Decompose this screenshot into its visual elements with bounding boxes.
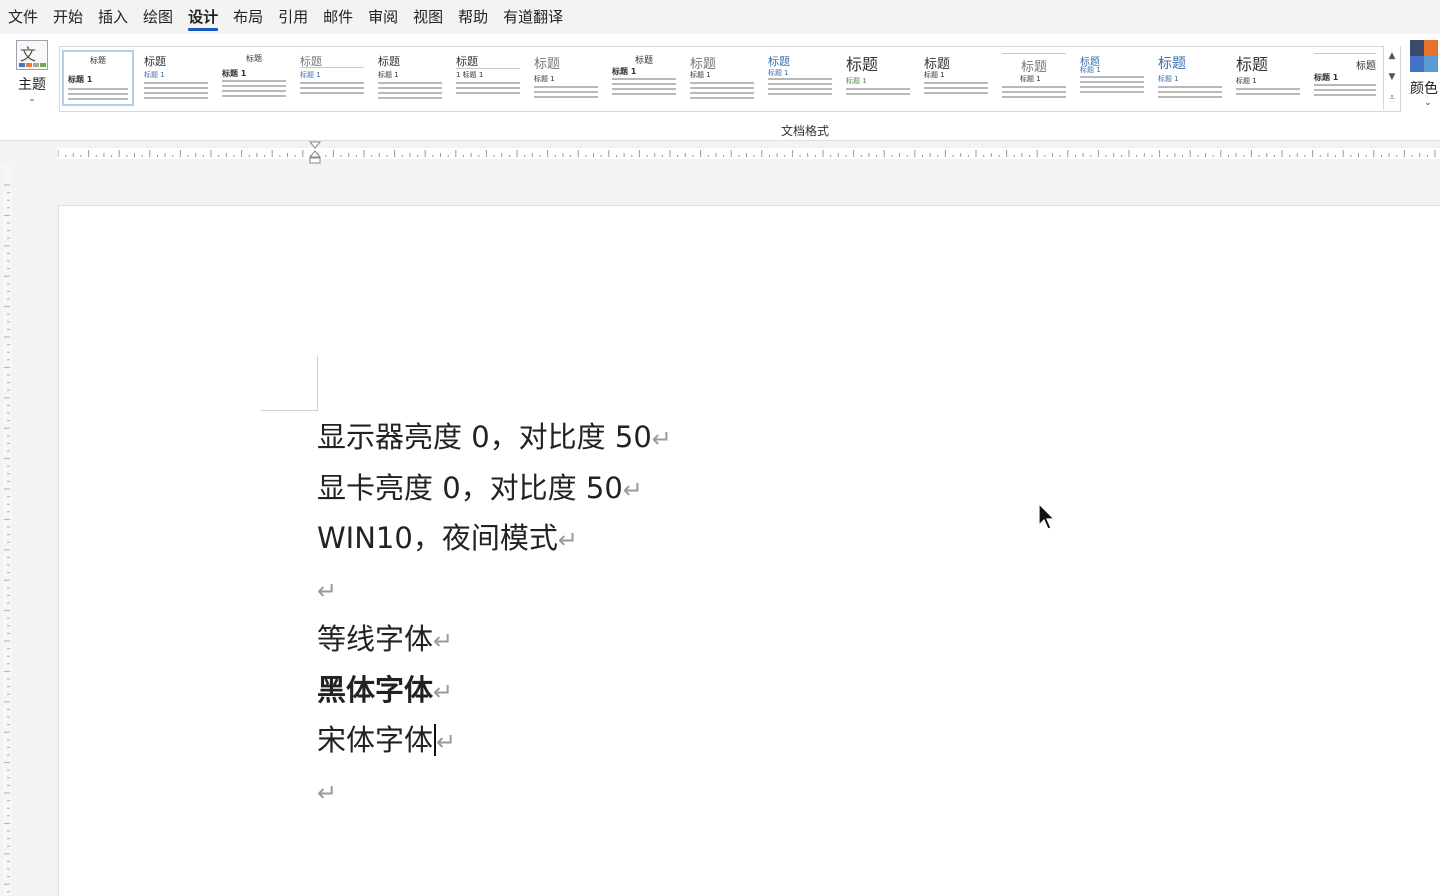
style-set-item[interactable]: 标题 标题 1 <box>62 50 134 106</box>
margin-corner-mark <box>261 410 318 411</box>
colors-icon <box>1410 40 1438 72</box>
paragraph-songti[interactable]: 宋体字体 ↵ <box>317 719 672 770</box>
menu-view[interactable]: 视图 <box>405 0 450 34</box>
paragraph[interactable]: 显示器亮度 0，对比度 50↵ <box>317 416 672 467</box>
menu-insert[interactable]: 插入 <box>90 0 135 34</box>
themes-button[interactable]: 文 主题 ⌄ <box>10 40 54 110</box>
colors-button[interactable]: 颜色 ⌄ <box>1410 40 1440 110</box>
ribbon-design: 文 主题 ⌄ 标题 标题 1 标题 标题 1 标题 标题 1 标题 标题 1 标… <box>0 34 1440 141</box>
menu-mailings[interactable]: 邮件 <box>315 0 360 34</box>
menu-design[interactable]: 设计 <box>180 0 225 34</box>
chevron-down-icon: ⌄ <box>28 94 36 104</box>
vertical-ruler[interactable] <box>0 165 14 895</box>
group-label-document-formatting: 文档格式 <box>780 124 829 138</box>
colors-label: 颜色 <box>1410 81 1438 97</box>
style-set-item[interactable]: 标题 标题 1 <box>296 50 368 106</box>
style-set-item[interactable]: 标题 标题 1 <box>530 50 602 106</box>
color-swatch-4 <box>1424 56 1438 72</box>
style-set-item[interactable]: 标题 标题 1 <box>1310 50 1380 106</box>
style-set-item[interactable]: 标题 标题 1 <box>1076 50 1148 106</box>
paragraph-mark-icon: ↵ <box>651 425 672 453</box>
themes-icon: 文 <box>16 40 48 70</box>
paragraph-empty[interactable]: ↵ <box>317 770 672 821</box>
gallery-scroll-down-icon[interactable]: ▼ <box>1384 67 1400 88</box>
themes-label: 主题 <box>18 77 46 93</box>
style-set-item[interactable]: 标题 标题 1 <box>920 50 992 106</box>
color-swatch-1 <box>1410 40 1424 56</box>
style-set-gallery: 标题 标题 1 标题 标题 1 标题 标题 1 标题 标题 1 标题 标题 1 <box>59 46 1401 112</box>
style-set-item[interactable]: 标题 标题 1 <box>374 50 446 106</box>
chevron-down-icon: ⌄ <box>1424 98 1432 108</box>
paragraph-mark-icon: ↵ <box>317 576 338 605</box>
menu-help[interactable]: 帮助 <box>450 0 495 34</box>
menu-review[interactable]: 审阅 <box>360 0 405 34</box>
menu-home[interactable]: 开始 <box>45 0 90 34</box>
gallery-more-icon[interactable]: ⩡ <box>1384 88 1400 109</box>
paragraph-mark-icon: ↵ <box>557 526 578 554</box>
style-set-item[interactable]: 标题 标题 1 <box>218 50 290 106</box>
paragraph[interactable]: WIN10，夜间模式↵ <box>317 517 672 568</box>
color-swatch-2 <box>1424 40 1438 56</box>
style-set-item[interactable]: 标题 标题 1 <box>140 50 212 106</box>
style-set-item[interactable]: 标题 标题 1 <box>764 50 836 106</box>
menu-bar: 文件 开始 插入 绘图 设计 布局 引用 邮件 审阅 视图 帮助 有道翻译 <box>0 0 1440 34</box>
style-set-item[interactable]: 标题 标题 1 <box>842 50 914 106</box>
paragraph-empty[interactable]: ↵ <box>317 568 672 619</box>
menu-references[interactable]: 引用 <box>270 0 315 34</box>
paragraph[interactable]: 显卡亮度 0，对比度 50↵ <box>317 467 672 518</box>
menu-file[interactable]: 文件 <box>0 0 45 34</box>
style-set-item[interactable]: 标题 标题 1 <box>1232 50 1304 106</box>
horizontal-ruler-bar <box>0 141 1440 165</box>
paragraph-heiti[interactable]: 黑体字体↵ <box>317 669 672 720</box>
indent-marker-icon[interactable] <box>309 141 321 165</box>
paragraph-mark-icon: ↵ <box>622 475 643 504</box>
paragraph-mark-icon: ↵ <box>436 728 457 756</box>
document-body[interactable]: 显示器亮度 0，对比度 50↵ 显卡亮度 0，对比度 50↵ WIN10，夜间模… <box>317 416 672 820</box>
paragraph-mark-icon: ↵ <box>433 627 454 655</box>
horizontal-ruler[interactable] <box>58 148 1440 159</box>
paragraph-mark-icon: ↵ <box>317 778 338 807</box>
style-set-item[interactable]: 标题 标题 1 <box>608 50 680 106</box>
gallery-scroll: ▲ ▼ ⩡ <box>1383 46 1400 110</box>
menu-draw[interactable]: 绘图 <box>135 0 180 34</box>
style-set-item[interactable]: 标题 标题 1 <box>686 50 758 106</box>
style-set-item[interactable]: 标题 标题 1 <box>998 50 1070 106</box>
gallery-scroll-up-icon[interactable]: ▲ <box>1384 46 1400 67</box>
mouse-pointer-icon <box>1038 503 1056 530</box>
document-page[interactable]: 显示器亮度 0，对比度 50↵ 显卡亮度 0，对比度 50↵ WIN10，夜间模… <box>58 205 1440 896</box>
style-set-item[interactable]: 标题 1 标题 1 <box>452 50 524 106</box>
paragraph-mark-icon: ↵ <box>433 677 454 706</box>
style-set-item[interactable]: 标题 标题 1 <box>1154 50 1226 106</box>
color-swatch-3 <box>1410 56 1424 72</box>
menu-layout[interactable]: 布局 <box>225 0 270 34</box>
menu-youdao-translate[interactable]: 有道翻译 <box>495 0 570 34</box>
paragraph-dengxian[interactable]: 等线字体↵ <box>317 618 672 669</box>
margin-corner-mark <box>317 356 318 411</box>
